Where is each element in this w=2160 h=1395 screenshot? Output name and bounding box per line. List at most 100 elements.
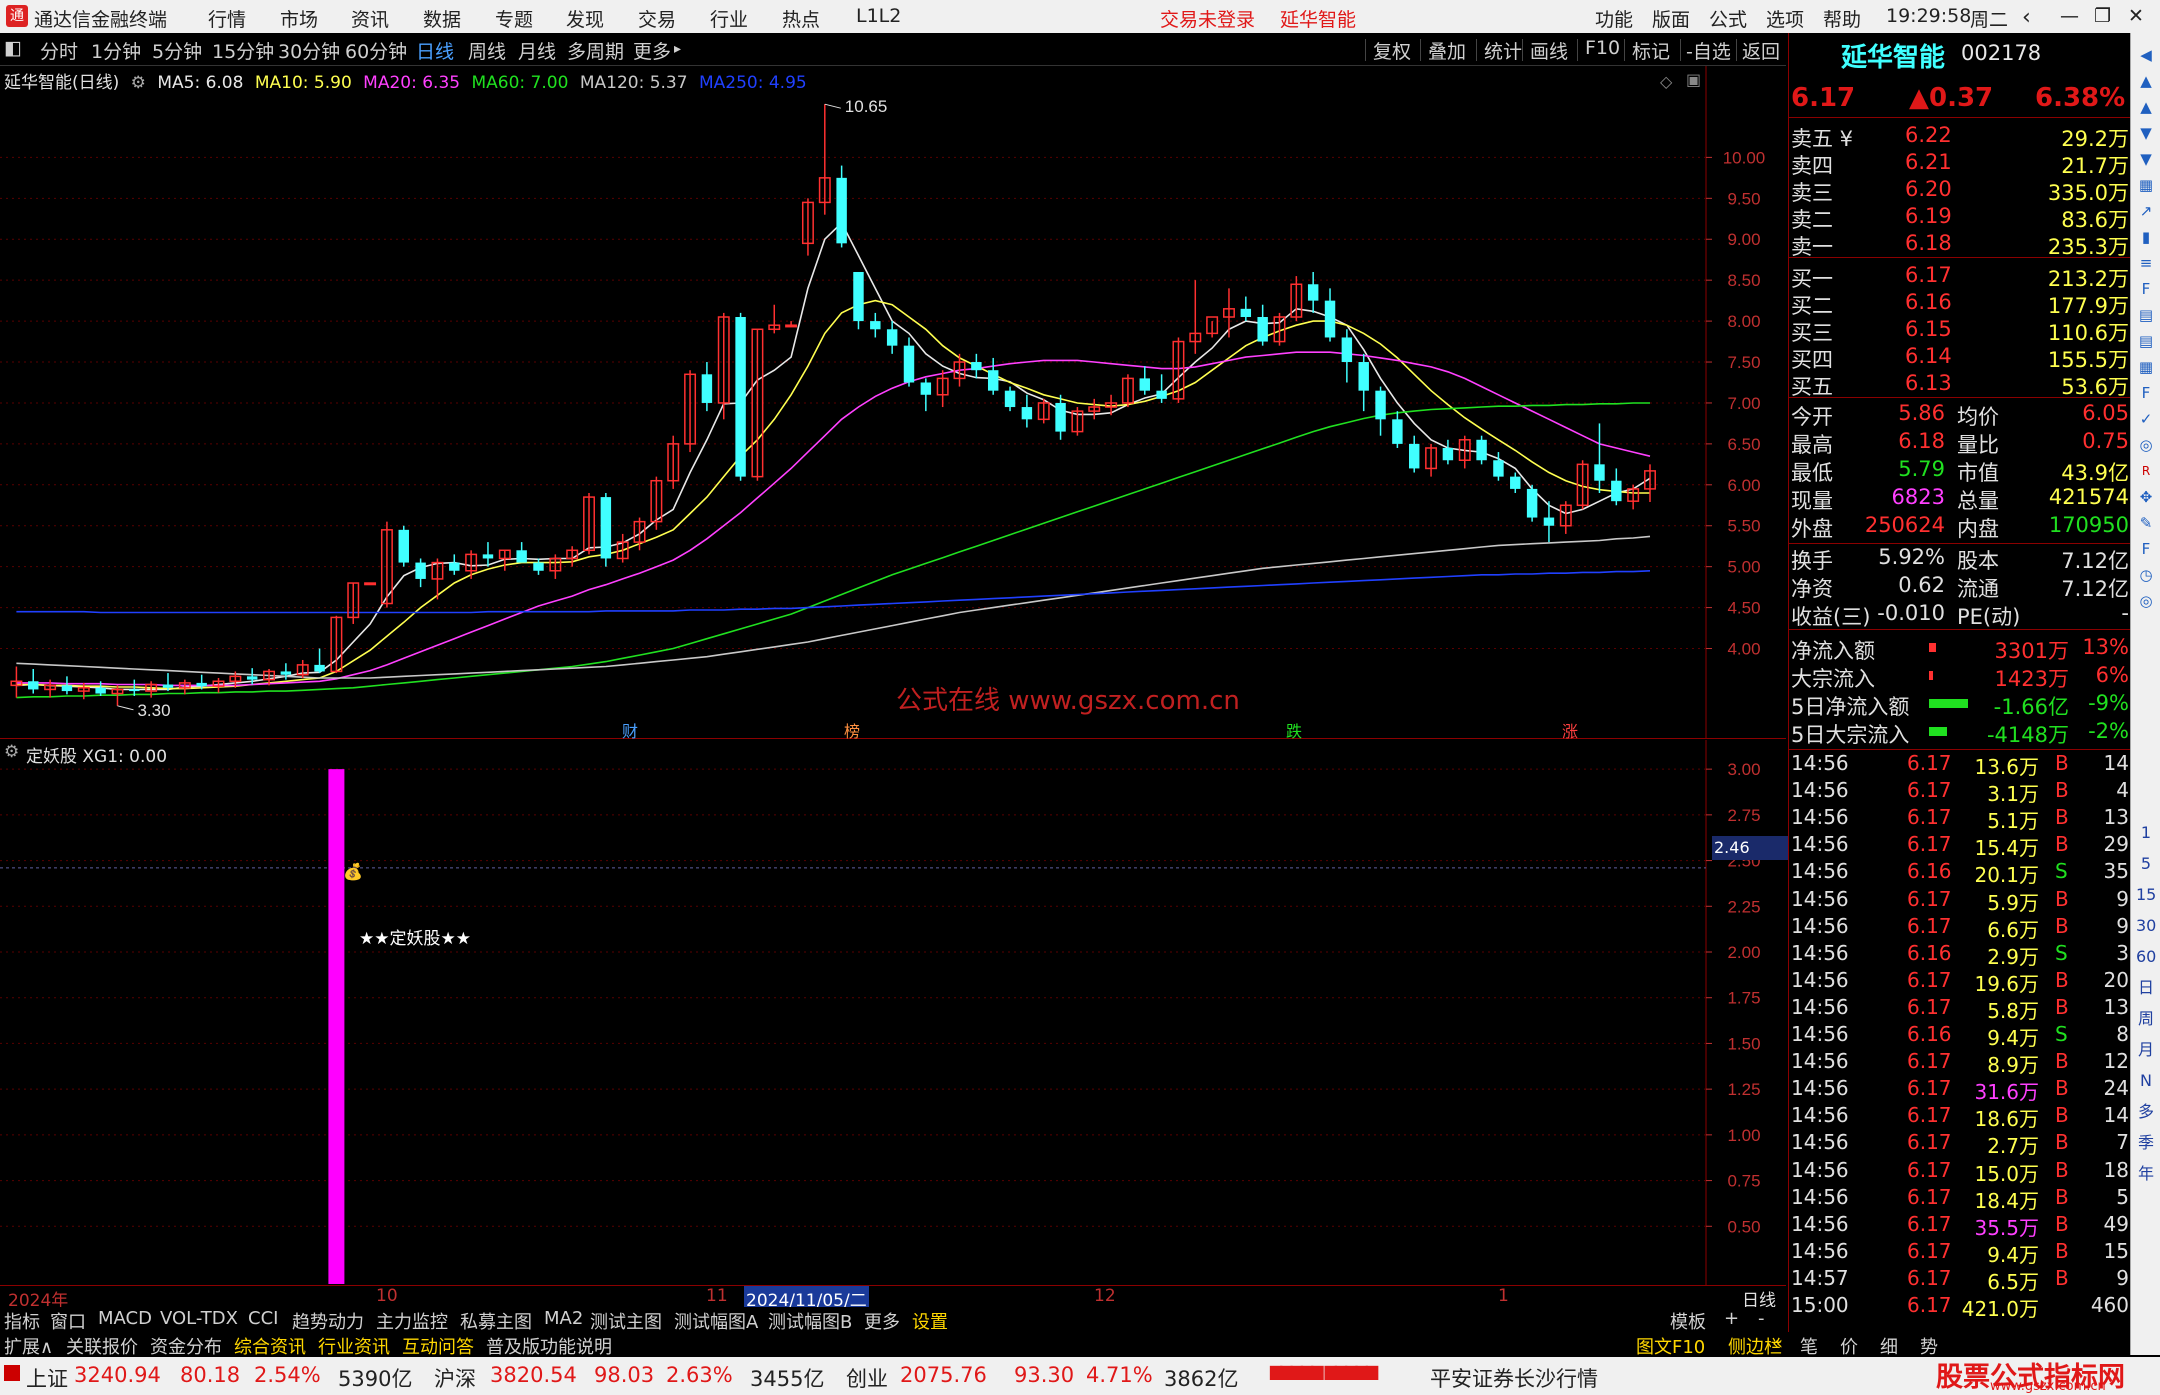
f10-icon[interactable]: F <box>2136 383 2156 403</box>
tab-chuangkou[interactable]: 窗口 <box>50 1308 86 1334</box>
tab-qushi[interactable]: 趋势动力 <box>292 1308 364 1334</box>
period-monthly[interactable]: 月线 <box>518 37 556 64</box>
marker-die[interactable]: 跌 <box>1286 718 1302 742</box>
tick-row[interactable]: 14:56 6.17 3.1万 B 4 <box>1791 778 2129 806</box>
tab-bi[interactable]: 笔 <box>1800 1333 1818 1359</box>
period-60min[interactable]: 60分钟 <box>345 37 407 64</box>
cy-label[interactable]: 创业 <box>846 1363 888 1393</box>
clock-icon[interactable]: ◷ <box>2136 565 2156 585</box>
tab-vol-tdx[interactable]: VOL-TDX <box>160 1308 238 1329</box>
tick-row[interactable]: 14:56 6.17 5.1万 B 13 <box>1791 805 2129 833</box>
candle-icon[interactable]: ▮ <box>2136 227 2156 247</box>
side-period-label[interactable]: 年 <box>2136 1164 2156 1184</box>
tab-zijin[interactable]: 资金分布 <box>150 1333 222 1359</box>
tab-moban[interactable]: 模板 <box>1670 1308 1706 1334</box>
btn-fuquan[interactable]: 复权 <box>1373 37 1411 64</box>
tick-row[interactable]: 14:56 6.17 15.0万 B 18 <box>1791 1158 2129 1186</box>
tab-macd[interactable]: MACD <box>98 1308 152 1329</box>
tab-puji[interactable]: 普及版功能说明 <box>486 1333 612 1359</box>
btn-zixuan[interactable]: -自选 <box>1686 37 1731 64</box>
btn-huaxian[interactable]: 画线 <box>1530 37 1568 64</box>
menu-zhuanti[interactable]: 专题 <box>495 5 533 32</box>
ring-icon[interactable]: ◎ <box>2136 591 2156 611</box>
hs-label[interactable]: 沪深 <box>434 1363 476 1393</box>
tick-row[interactable]: 14:56 6.16 2.9万 S 3 <box>1791 941 2129 969</box>
side-period-label[interactable]: 月 <box>2136 1040 2156 1060</box>
tab-gengduo[interactable]: 更多 <box>864 1308 900 1334</box>
tick-row[interactable]: 14:56 6.16 20.1万 S 35 <box>1791 859 2129 887</box>
tick-icon[interactable]: ✓ <box>2136 409 2156 429</box>
down-icon[interactable]: ▼ <box>2136 123 2156 143</box>
tab-jia[interactable]: 价 <box>1840 1333 1858 1359</box>
tick-row[interactable]: 14:56 6.17 18.4万 B 5 <box>1791 1185 2129 1213</box>
tick-row[interactable]: 14:56 6.16 9.4万 S 8 <box>1791 1022 2129 1050</box>
period-30min[interactable]: 30分钟 <box>278 37 340 64</box>
btn-tongji[interactable]: 统计 <box>1484 37 1522 64</box>
tab-simu[interactable]: 私募主图 <box>460 1308 532 1334</box>
menu-banmian[interactable]: 版面 <box>1652 5 1690 32</box>
period-weekly[interactable]: 周线 <box>468 37 506 64</box>
back-icon[interactable]: ‹ <box>2022 5 2031 30</box>
tab-ma2[interactable]: MA2 <box>544 1308 583 1329</box>
collapse-icon[interactable]: ◧ <box>4 37 22 59</box>
tick-row[interactable]: 14:57 6.17 6.5万 B 9 <box>1791 1266 2129 1294</box>
side-period-label[interactable]: N <box>2136 1071 2156 1091</box>
period-more[interactable]: 更多 <box>633 37 671 64</box>
tab-zhuli[interactable]: 主力监控 <box>376 1308 448 1334</box>
ring-icon[interactable]: ◎ <box>2136 435 2156 455</box>
side-period-label[interactable]: 周 <box>2136 1009 2156 1029</box>
down-icon[interactable]: ▼ <box>2136 149 2156 169</box>
period-multi[interactable]: 多周期 <box>567 37 624 64</box>
tab-cci[interactable]: CCI <box>248 1308 278 1329</box>
menu-gongneng[interactable]: 功能 <box>1595 5 1633 32</box>
tick-row[interactable]: 14:56 6.17 15.4万 B 29 <box>1791 832 2129 860</box>
menu-faxian[interactable]: 发现 <box>566 5 604 32</box>
tick-list[interactable]: 14:56 6.17 13.6万 B 14 14:56 6.17 3.1万 B 4 14:56 6.1… <box>1789 751 2131 1351</box>
menu-xuanxiang[interactable]: 选项 <box>1766 5 1804 32</box>
collapse-icon[interactable]: ◀ <box>2136 45 2156 65</box>
up-icon[interactable]: ▲ <box>2136 97 2156 117</box>
up-icon[interactable]: ▲ <box>2136 71 2156 91</box>
trade-status[interactable]: 交易未登录 <box>1160 5 1255 32</box>
tab-zhibiao[interactable]: 指标 <box>4 1308 40 1334</box>
tick-row[interactable]: 14:56 6.17 6.6万 B 9 <box>1791 914 2129 942</box>
marker-bang[interactable]: 榜 <box>844 718 860 742</box>
menu-gongshi[interactable]: 公式 <box>1709 5 1747 32</box>
menu-redian[interactable]: 热点 <box>782 5 820 32</box>
tab-kuozhan[interactable]: 扩展∧ <box>4 1333 53 1359</box>
menu-shichang[interactable]: 市场 <box>280 5 318 32</box>
side-period-label[interactable]: 多 <box>2136 1102 2156 1122</box>
tick-row[interactable]: 14:56 6.17 13.6万 B 14 <box>1791 751 2129 779</box>
tab-remove[interactable]: - <box>1758 1308 1765 1329</box>
menu-zixun[interactable]: 资讯 <box>351 5 389 32</box>
tab-ceshi-zhutu[interactable]: 测试主图 <box>590 1308 662 1334</box>
f10-icon[interactable]: F <box>2136 279 2156 299</box>
sub-indicator-chart[interactable]: ⚙ 定妖股 XG1: 0.00 3.00 2.75 2.50 2.25 2.00 1.75… <box>0 740 1788 1286</box>
tab-tuwen-f10[interactable]: 图文F10 <box>1636 1333 1705 1359</box>
period-1min[interactable]: 1分钟 <box>91 37 141 64</box>
tick-row[interactable]: 14:56 6.17 9.4万 B 15 <box>1791 1239 2129 1267</box>
period-daily[interactable]: 日线 <box>416 37 454 64</box>
more-chevron-icon[interactable]: ▸ <box>674 41 681 57</box>
move-icon[interactable]: ✥ <box>2136 487 2156 507</box>
tick-row[interactable]: 14:56 6.17 19.6万 B 20 <box>1791 968 2129 996</box>
menu-l1l2[interactable]: L1L2 <box>856 5 901 27</box>
tick-row[interactable]: 14:56 6.17 5.8万 B 13 <box>1791 995 2129 1023</box>
table-icon[interactable]: ▦ <box>2136 175 2156 195</box>
side-period-label[interactable]: 60 <box>2136 947 2156 967</box>
chart-icon[interactable]: ↗ <box>2136 201 2156 221</box>
tick-row[interactable]: 14:56 6.17 31.6万 B 24 <box>1791 1076 2129 1104</box>
tick-row[interactable]: 14:56 6.17 35.5万 B 49 <box>1791 1212 2129 1240</box>
side-period-label[interactable]: 5 <box>2136 854 2156 874</box>
menu-bangzhu[interactable]: 帮助 <box>1823 5 1861 32</box>
close-icon[interactable]: ✕ <box>2128 5 2144 27</box>
menu-hangye[interactable]: 行业 <box>710 5 748 32</box>
tab-guanlian[interactable]: 关联报价 <box>66 1333 138 1359</box>
grid-icon[interactable]: ▦ <box>2136 357 2156 377</box>
btn-fanhui[interactable]: 返回 <box>1742 37 1780 64</box>
tab-add[interactable]: + <box>1724 1308 1739 1329</box>
pen-icon[interactable]: ✎ <box>2136 513 2156 533</box>
side-period-label[interactable]: 30 <box>2136 916 2156 936</box>
doc-icon[interactable]: ▤ <box>2136 331 2156 351</box>
sh-label[interactable]: 上证 <box>26 1363 68 1393</box>
